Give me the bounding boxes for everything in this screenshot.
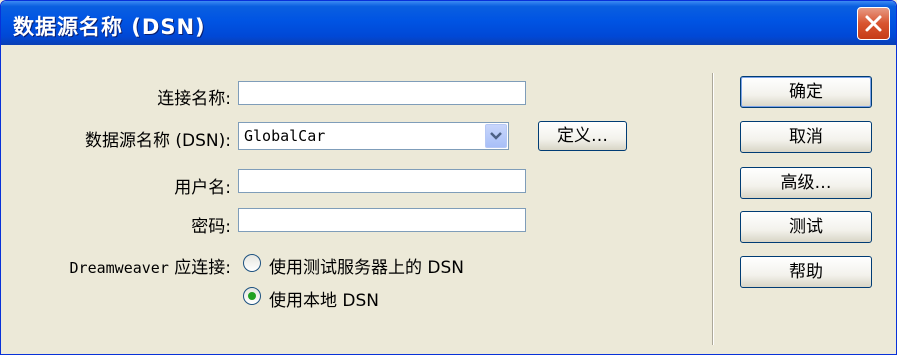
username-label: 用户名: xyxy=(174,178,231,198)
radio-selected-dot xyxy=(248,292,256,300)
password-input[interactable] xyxy=(238,208,526,232)
advanced-button[interactable]: 高级… xyxy=(740,167,872,199)
dsn-dropdown-button[interactable] xyxy=(485,124,507,148)
dsn-select[interactable]: GlobalCar xyxy=(238,122,509,150)
connect-label: Dreamweaver 应连接: xyxy=(69,258,231,278)
title-bar[interactable]: 数据源名称 (DSN) xyxy=(1,1,896,45)
define-button[interactable]: 定义… xyxy=(538,121,627,151)
radio-local-dsn-label[interactable]: 使用本地 DSN xyxy=(269,286,379,311)
radio-server-dsn-label[interactable]: 使用测试服务器上的 DSN xyxy=(269,253,464,278)
connection-name-input[interactable] xyxy=(238,81,526,105)
close-button[interactable] xyxy=(857,7,890,40)
help-button[interactable]: 帮助 xyxy=(740,256,872,288)
dsn-dialog: 数据源名称 (DSN) 连接名称: 数据源名称 (DSN): GlobalCar… xyxy=(0,0,897,355)
radio-server-dsn[interactable] xyxy=(243,254,261,272)
chevron-down-icon xyxy=(490,132,502,140)
close-icon xyxy=(865,15,882,32)
ok-button[interactable]: 确定 xyxy=(740,76,872,108)
vertical-separator xyxy=(712,73,714,345)
connection-name-label: 连接名称: xyxy=(157,89,231,109)
connect-label-suffix: 应连接: xyxy=(174,258,231,278)
cancel-button[interactable]: 取消 xyxy=(740,121,872,153)
window-title: 数据源名称 (DSN) xyxy=(13,15,206,39)
test-button[interactable]: 测试 xyxy=(740,211,872,243)
password-label: 密码: xyxy=(191,217,231,237)
username-input[interactable] xyxy=(238,169,526,193)
radio-local-dsn[interactable] xyxy=(243,287,261,305)
dsn-selected-value: GlobalCar xyxy=(244,127,326,145)
dsn-label: 数据源名称 (DSN): xyxy=(85,131,231,151)
